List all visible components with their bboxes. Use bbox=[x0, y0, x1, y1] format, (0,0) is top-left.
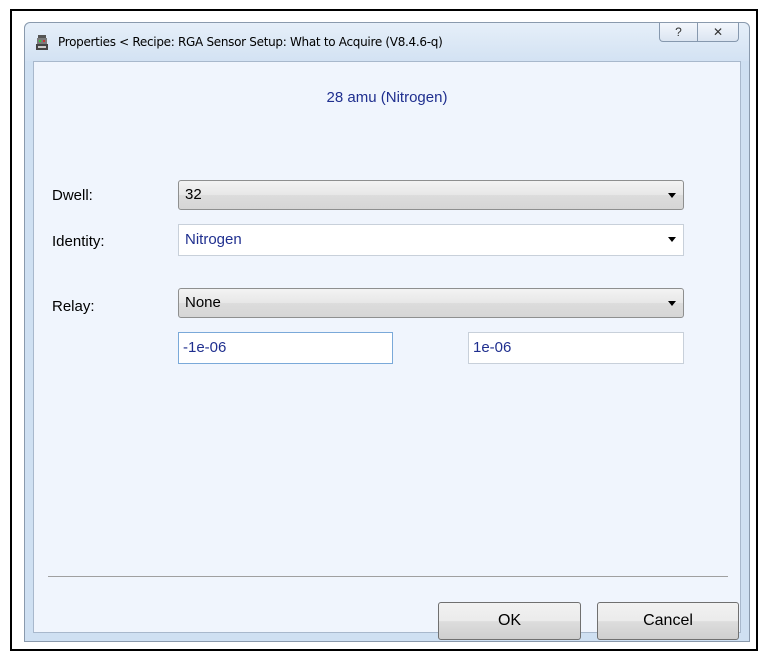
relay-low-input[interactable]: -1e-06 bbox=[178, 332, 393, 364]
chevron-down-icon[interactable] bbox=[668, 237, 676, 242]
identity-combobox[interactable]: Nitrogen bbox=[178, 224, 684, 256]
dialog-content: 28 amu (Nitrogen) Dwell: 32 Identity: Ni… bbox=[33, 61, 741, 640]
window-title: Properties < Recipe: RGA Sensor Setup: W… bbox=[58, 35, 443, 49]
cancel-button[interactable]: Cancel bbox=[597, 602, 739, 640]
relay-high-value: 1e-06 bbox=[473, 339, 512, 356]
app-icon bbox=[36, 35, 48, 50]
help-button[interactable]: ? bbox=[659, 23, 698, 42]
close-button[interactable]: ✕ bbox=[698, 23, 739, 42]
relay-low-value: -1e-06 bbox=[183, 339, 227, 356]
relay-dropdown[interactable]: None bbox=[178, 288, 684, 318]
chevron-down-icon bbox=[668, 193, 676, 198]
identity-label: Identity: bbox=[52, 233, 105, 250]
divider bbox=[48, 576, 728, 577]
ok-button[interactable]: OK bbox=[438, 602, 581, 640]
help-icon: ? bbox=[675, 25, 682, 39]
relay-label: Relay: bbox=[52, 298, 95, 315]
relay-high-input[interactable]: 1e-06 bbox=[468, 332, 684, 364]
relay-value: None bbox=[185, 294, 221, 311]
close-icon: ✕ bbox=[712, 25, 724, 39]
title-bar[interactable]: Properties < Recipe: RGA Sensor Setup: W… bbox=[25, 23, 749, 61]
caption-buttons: ? ✕ bbox=[659, 23, 739, 43]
dwell-label: Dwell: bbox=[52, 187, 93, 204]
chevron-down-icon bbox=[668, 301, 676, 306]
properties-dialog: Properties < Recipe: RGA Sensor Setup: W… bbox=[24, 22, 750, 642]
identity-value: Nitrogen bbox=[185, 231, 242, 248]
dwell-dropdown[interactable]: 32 bbox=[178, 180, 684, 210]
mass-heading: 28 amu (Nitrogen) bbox=[326, 89, 448, 106]
dwell-value: 32 bbox=[185, 186, 202, 203]
